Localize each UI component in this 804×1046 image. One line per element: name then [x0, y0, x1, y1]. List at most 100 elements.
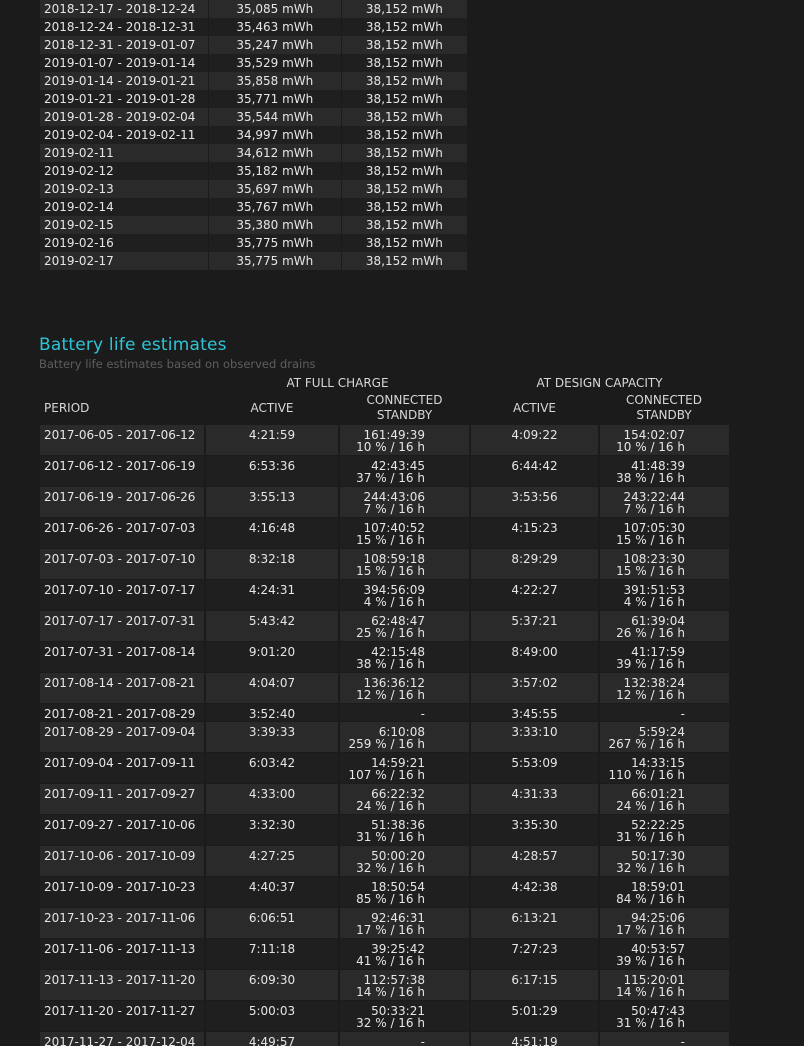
- cell-full-active-value: 6:03:42: [248, 756, 296, 770]
- cell-full-standby-percent: 24 % / 16 h: [356, 799, 425, 813]
- cell-period: 2017-11-06 - 2017-11-13: [40, 938, 206, 970]
- cell-design-standby: 154:02:07 10 % / 16 h: [599, 424, 729, 456]
- cell-full-charge-capacity: 35,463 mWh: [208, 18, 342, 36]
- cell-design-standby-percent: 17 % / 16 h: [616, 923, 685, 937]
- cell-design-active: 4:15:23: [470, 517, 600, 549]
- cell-design-standby-percent: 84 % / 16 h: [616, 892, 685, 906]
- cell-period-value: 2017-06-05 - 2017-06-12: [44, 428, 196, 442]
- cell-full-standby-percent: 38 % / 16 h: [356, 657, 425, 671]
- cell-full-active: 4:04:07: [205, 672, 340, 704]
- cell-full-active-value: 3:55:13: [248, 490, 296, 504]
- cell-full-active: 6:53:36: [205, 455, 340, 487]
- column-header-period: PERIOD: [44, 400, 90, 415]
- cell-design-capacity: 38,152 mWh: [341, 162, 467, 180]
- cell-full-standby-value: 50:33:21: [371, 1004, 425, 1018]
- cell-full-standby-percent: 15 % / 16 h: [356, 533, 425, 547]
- cell-design-capacity: 38,152 mWh: [341, 54, 467, 72]
- cell-period-value: 2017-09-11 - 2017-09-27: [44, 787, 196, 801]
- cell-design-capacity: 38,152 mWh: [341, 108, 467, 126]
- cell-full-charge-capacity: 35,771 mWh: [208, 90, 342, 108]
- cell-design-standby-value: 108:23:30: [623, 552, 685, 566]
- cell-period-value: 2017-08-29 - 2017-09-04: [44, 725, 196, 739]
- cell-full-active-value: 3:39:33: [248, 725, 296, 739]
- table-row: 2017-06-19 - 2017-06-26 3:55:13 244:43:06 7…: [40, 486, 729, 518]
- cell-full-active-value: 5:00:03: [248, 1004, 296, 1018]
- section-title-battery-life: Battery life estimates: [39, 335, 227, 355]
- cell-full-charge-capacity: 34,612 mWh: [208, 144, 342, 162]
- cell-full-charge-capacity: 35,775 mWh: [208, 252, 342, 270]
- cell-full-standby: 18:50:54 85 % / 16 h: [339, 876, 471, 908]
- cell-design-standby: 243:22:44 7 % / 16 h: [599, 486, 729, 518]
- cell-full-active: 6:09:30: [205, 969, 340, 1001]
- cell-design-standby-value: 5:59:24: [638, 725, 685, 739]
- cell-design-standby-value: 41:48:39: [631, 459, 685, 473]
- cell-full-active-value: 6:09:30: [248, 973, 296, 987]
- cell-full-charge-capacity: 35,544 mWh: [208, 108, 342, 126]
- cell-full-standby-percent: 4 % / 16 h: [363, 595, 425, 609]
- table-row: 2017-07-17 - 2017-07-31 5:43:42 62:48:47 25…: [40, 610, 729, 642]
- cell-design-active-value: 6:13:21: [511, 911, 558, 925]
- table-row: 2019-02-12 35,182 mWh 38,152 mWh: [40, 162, 467, 180]
- cell-period-value: 2017-11-20 - 2017-11-27: [44, 1004, 196, 1018]
- cell-period: 2017-06-19 - 2017-06-26: [40, 486, 206, 518]
- cell-full-standby-value: 112:57:38: [363, 973, 425, 987]
- cell-design-active: 8:29:29: [470, 548, 600, 580]
- cell-full-active: 7:11:18: [205, 938, 340, 970]
- cell-full-standby-value: 18:50:54: [371, 880, 425, 894]
- cell-design-standby: 5:59:24 267 % / 16 h: [599, 721, 729, 753]
- cell-full-standby: 161:49:39 10 % / 16 h: [339, 424, 471, 456]
- table-row: 2017-07-03 - 2017-07-10 8:32:18 108:59:18 1…: [40, 548, 729, 580]
- cell-design-active-value: 4:15:23: [511, 521, 558, 535]
- cell-design-active: 6:44:42: [470, 455, 600, 487]
- cell-full-standby-percent: 7 % / 16 h: [363, 502, 425, 516]
- table-row: 2017-08-14 - 2017-08-21 4:04:07 136:36:12 1…: [40, 672, 729, 704]
- cell-design-standby-value: 41:17:59: [631, 645, 685, 659]
- cell-design-standby-value: 50:47:43: [631, 1004, 685, 1018]
- cell-design-active-value: 3:33:10: [511, 725, 558, 739]
- cell-full-standby: 42:43:45 37 % / 16 h: [339, 455, 471, 487]
- cell-full-charge-capacity: 34,997 mWh: [208, 126, 342, 144]
- cell-period: 2019-02-16: [40, 234, 209, 252]
- cell-full-standby-percent: 25 % / 16 h: [356, 626, 425, 640]
- cell-period: 2017-11-13 - 2017-11-20: [40, 969, 206, 1001]
- cell-design-standby: 41:17:59 39 % / 16 h: [599, 641, 729, 673]
- cell-design-standby-percent: 39 % / 16 h: [616, 657, 685, 671]
- table-row: 2017-08-29 - 2017-09-04 3:39:33 6:10:08 259…: [40, 721, 729, 753]
- cell-full-active: 5:00:03: [205, 1000, 340, 1032]
- cell-design-standby-value: 61:39:04: [631, 614, 685, 628]
- cell-full-standby-value: 92:46:31: [371, 911, 425, 925]
- cell-full-active-value: 3:52:40: [248, 707, 296, 721]
- capacity-history-table: 2018-12-17 - 2018-12-24 35,085 mWh 38,152 …: [40, 0, 467, 270]
- cell-design-standby-value: 243:22:44: [623, 490, 685, 504]
- cell-design-active: 4:42:38: [470, 876, 600, 908]
- cell-design-standby-percent: 24 % / 16 h: [616, 799, 685, 813]
- table-row: 2017-08-21 - 2017-08-29 3:52:40 - 3:45:55 -: [40, 703, 729, 722]
- cell-period-value: 2017-08-14 - 2017-08-21: [44, 676, 196, 690]
- cell-design-active: 4:09:22: [470, 424, 600, 456]
- cell-full-charge-capacity: 35,767 mWh: [208, 198, 342, 216]
- cell-design-standby-percent: 26 % / 16 h: [616, 626, 685, 640]
- cell-design-standby-percent: 12 % / 16 h: [616, 688, 685, 702]
- table-row: 2017-06-05 - 2017-06-12 4:21:59 161:49:39 1…: [40, 424, 729, 456]
- cell-full-charge-capacity: 35,697 mWh: [208, 180, 342, 198]
- cell-period: 2019-01-14 - 2019-01-21: [40, 72, 209, 90]
- cell-full-active: 4:24:31: [205, 579, 340, 611]
- cell-design-capacity: 38,152 mWh: [341, 180, 467, 198]
- cell-full-standby: 50:33:21 32 % / 16 h: [339, 1000, 471, 1032]
- cell-design-standby-value: 154:02:07: [623, 428, 685, 442]
- cell-full-charge-capacity: 35,182 mWh: [208, 162, 342, 180]
- cell-design-active-value: 6:17:15: [511, 973, 558, 987]
- cell-design-standby-value: 94:25:06: [631, 911, 685, 925]
- cell-design-standby: 50:47:43 31 % / 16 h: [599, 1000, 729, 1032]
- cell-full-standby: -: [339, 1031, 471, 1046]
- cell-full-active: 8:32:18: [205, 548, 340, 580]
- cell-design-standby-value: -: [680, 707, 685, 721]
- cell-full-standby-value: 394:56:09: [363, 583, 425, 597]
- cell-full-standby: -: [339, 703, 471, 722]
- cell-period: 2019-01-28 - 2019-02-04: [40, 108, 209, 126]
- cell-full-charge-capacity: 35,775 mWh: [208, 234, 342, 252]
- cell-period: 2018-12-31 - 2019-01-07: [40, 36, 209, 54]
- table-row: 2017-10-23 - 2017-11-06 6:06:51 92:46:31 17…: [40, 907, 729, 939]
- cell-full-standby: 92:46:31 17 % / 16 h: [339, 907, 471, 939]
- cell-full-standby-percent: 17 % / 16 h: [356, 923, 425, 937]
